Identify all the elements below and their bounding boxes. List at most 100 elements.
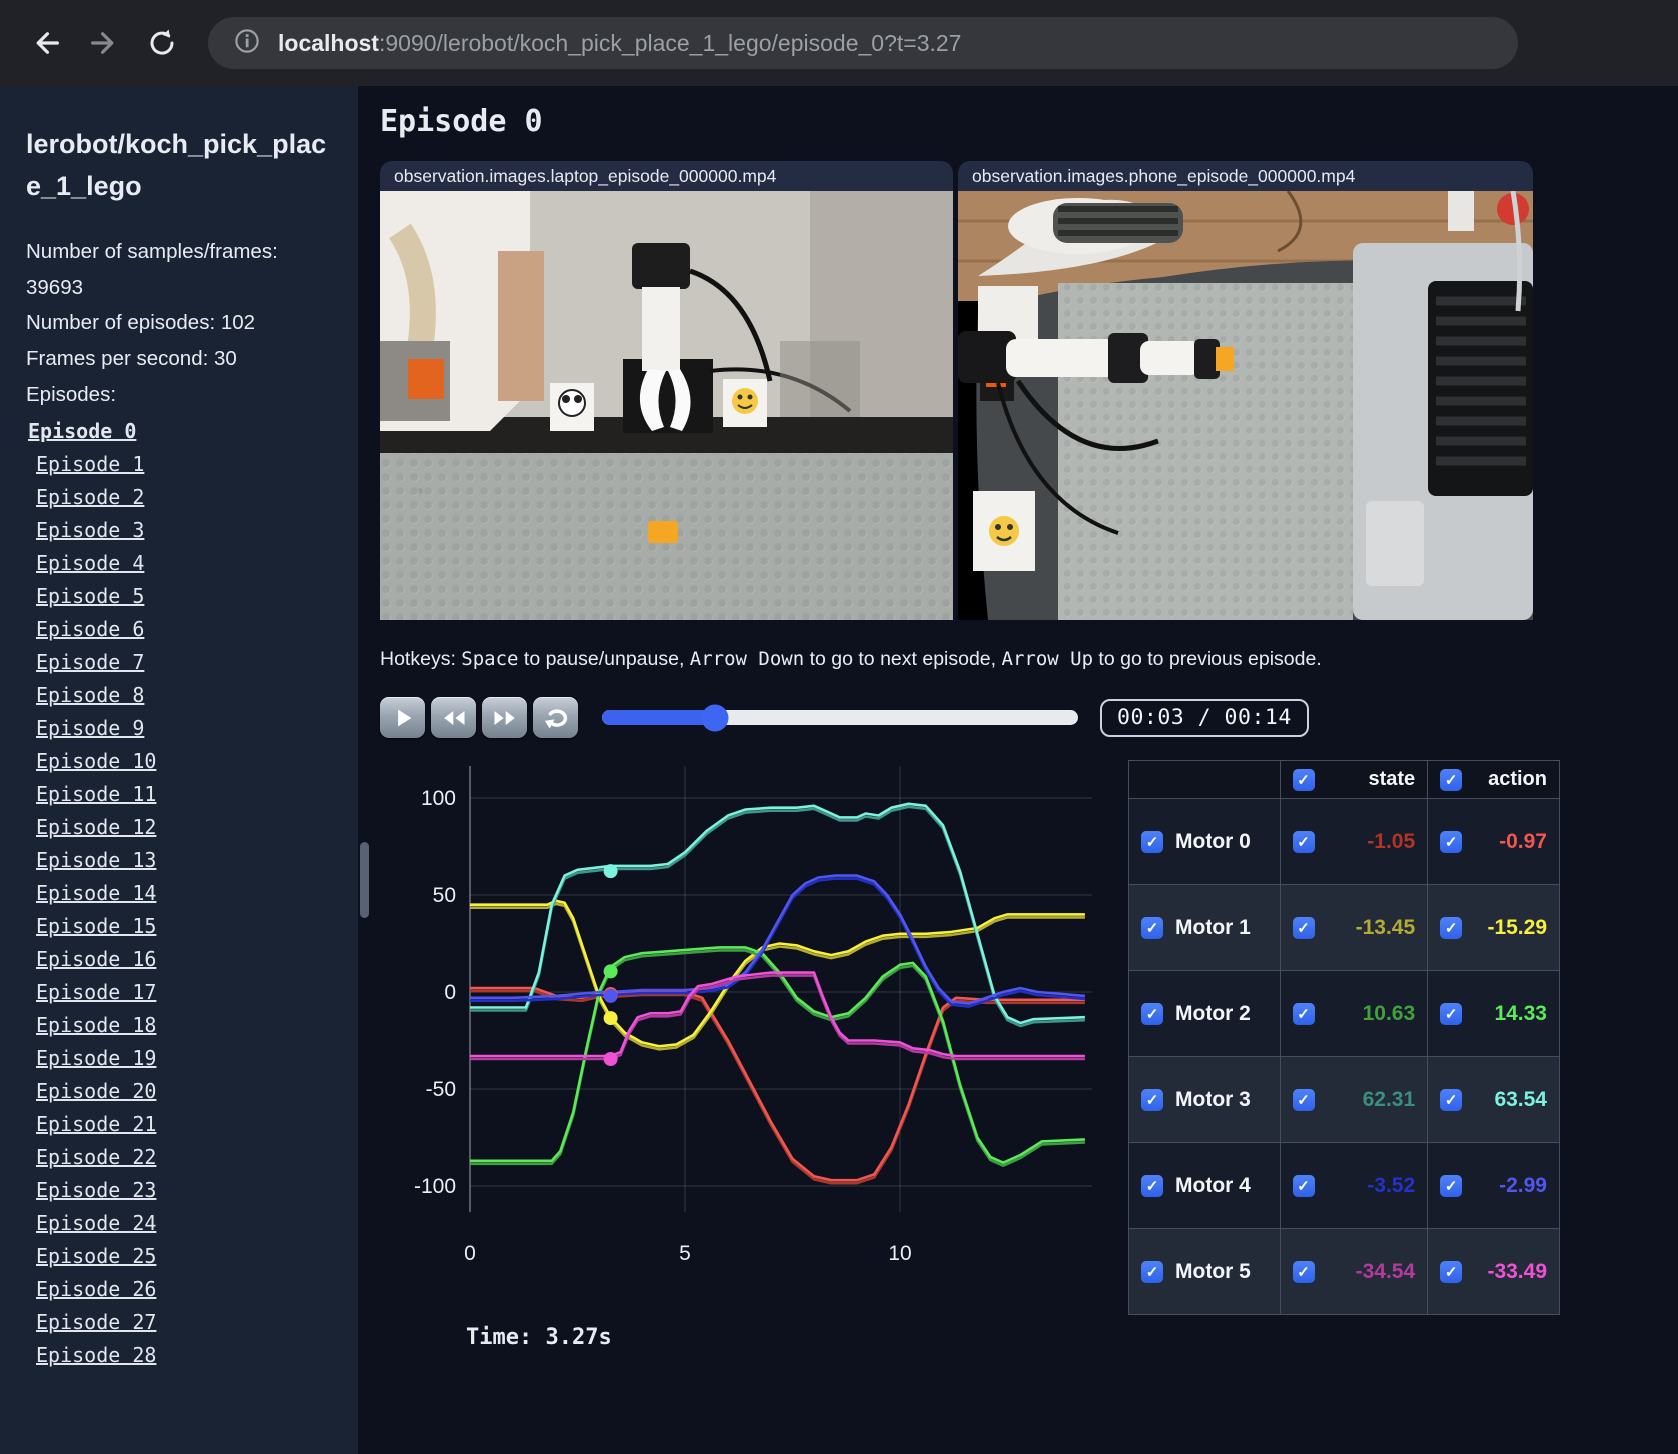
episode-link[interactable]: Episode 5	[26, 580, 338, 613]
hotkey-arrow-down: Arrow Down	[689, 648, 805, 670]
state-column-checkbox[interactable]: ✓	[1292, 768, 1315, 791]
address-bar[interactable]: localhost:9090/lerobot/koch_pick_place_1…	[208, 17, 1518, 69]
motor-state-checkbox[interactable]: ✓	[1292, 1002, 1315, 1025]
motor-row: ✓ Motor 3 ✓ 62.31 ✓ 63.54	[1128, 1056, 1560, 1143]
motor-state-cell: ✓ -34.54	[1279, 1228, 1429, 1315]
episode-link[interactable]: Episode 7	[26, 646, 338, 679]
episode-link[interactable]: Episode 19	[26, 1042, 338, 1075]
motor-action-checkbox[interactable]: ✓	[1440, 1002, 1463, 1025]
episode-link[interactable]: Episode 9	[26, 712, 338, 745]
episode-link[interactable]: Episode 28	[26, 1339, 338, 1372]
hotkey-space: Space	[461, 648, 519, 670]
time-display: 00:03 / 00:14	[1100, 698, 1309, 737]
episode-link[interactable]: Episode 16	[26, 943, 338, 976]
url-text: localhost:9090/lerobot/koch_pick_place_1…	[278, 29, 962, 56]
motor-checkbox[interactable]: ✓	[1141, 916, 1163, 939]
motor-state-checkbox[interactable]: ✓	[1292, 1260, 1315, 1283]
sidebar-divider	[358, 86, 372, 1454]
motor-chart[interactable]: 100 50 0 -50 -100 0 5 10 Time: 3.27s	[380, 760, 1110, 1350]
svg-text:5: 5	[679, 1242, 691, 1265]
episode-link[interactable]: Episode 11	[26, 778, 338, 811]
video-title-phone: observation.images.phone_episode_000000.…	[958, 161, 1533, 191]
episode-list: Episode 0 Episode 1 Episode 2 Episode 3 Epis…	[26, 415, 338, 1372]
motor-table: ✓ state ✓ action ✓ Motor 0 ✓ -1.05 ✓ -0.97 ✓ Moto…	[1128, 760, 1560, 1315]
episode-link[interactable]: Episode 21	[26, 1108, 338, 1141]
motor-row: ✓ Motor 0 ✓ -1.05 ✓ -0.97	[1128, 798, 1560, 885]
episode-link[interactable]: Episode 18	[26, 1009, 338, 1042]
video-panel-phone[interactable]: observation.images.phone_episode_000000.…	[958, 161, 1533, 620]
back-icon[interactable]	[22, 19, 70, 67]
episode-link[interactable]: Episode 1	[26, 448, 338, 481]
reload-icon[interactable]	[138, 19, 186, 67]
episode-link[interactable]: Episode 3	[26, 514, 338, 547]
stat-samples: Number of samples/frames: 39693	[26, 239, 278, 299]
video-phone[interactable]	[958, 191, 1533, 620]
motor-row: ✓ Motor 4 ✓ -3.52 ✓ -2.99	[1128, 1142, 1560, 1229]
motor-checkbox[interactable]: ✓	[1141, 1174, 1163, 1197]
motor-checkbox[interactable]: ✓	[1141, 1088, 1163, 1111]
svg-text:0: 0	[464, 1242, 476, 1265]
svg-text:100: 100	[421, 787, 456, 810]
motor-action-checkbox[interactable]: ✓	[1440, 1088, 1463, 1111]
episode-link[interactable]: Episode 12	[26, 811, 338, 844]
motor-name-cell: ✓ Motor 4	[1128, 1142, 1281, 1229]
fast-forward-button[interactable]	[482, 697, 527, 738]
motor-state-cell: ✓ -3.52	[1279, 1142, 1429, 1229]
hotkeys-help: Hotkeys: Space to pause/unpause, Arrow D…	[380, 648, 1322, 670]
episode-link[interactable]: Episode 13	[26, 844, 338, 877]
motor-action-cell: ✓ 63.54	[1427, 1056, 1560, 1143]
rewind-button[interactable]	[431, 697, 476, 738]
motor-row: ✓ Motor 5 ✓ -34.54 ✓ -33.49	[1128, 1228, 1560, 1315]
episode-link[interactable]: Episode 10	[26, 745, 338, 778]
scrollbar-thumb[interactable]	[360, 842, 369, 918]
motor-action-cell: ✓ -33.49	[1427, 1228, 1560, 1315]
motor-state-checkbox[interactable]: ✓	[1292, 1174, 1315, 1197]
svg-text:0: 0	[444, 981, 456, 1004]
episode-link[interactable]: Episode 22	[26, 1141, 338, 1174]
forward-icon[interactable]	[80, 19, 128, 67]
motor-checkbox[interactable]: ✓	[1141, 1260, 1163, 1283]
page-title: Episode 0	[380, 104, 543, 139]
hotkey-arrow-up: Arrow Up	[1001, 648, 1094, 670]
seek-slider-thumb[interactable]	[701, 704, 729, 731]
play-button[interactable]	[380, 697, 425, 738]
episode-link[interactable]: Episode 6	[26, 613, 338, 646]
stat-fps: Frames per second: 30	[26, 347, 237, 371]
stat-episodes: Number of episodes: 102	[26, 311, 256, 335]
episode-link[interactable]: Episode 14	[26, 877, 338, 910]
motor-name-cell: ✓ Motor 0	[1128, 798, 1281, 885]
dataset-title: lerobot/koch_pick_place_1_lego	[26, 129, 327, 201]
episode-link[interactable]: Episode 27	[26, 1306, 338, 1339]
episode-link[interactable]: Episode 4	[26, 547, 338, 580]
episode-link[interactable]: Episode 0	[26, 415, 338, 448]
seek-slider[interactable]	[602, 704, 1078, 731]
motor-checkbox[interactable]: ✓	[1141, 830, 1163, 853]
episode-link[interactable]: Episode 8	[26, 679, 338, 712]
motor-action-checkbox[interactable]: ✓	[1440, 830, 1463, 853]
motor-name-cell: ✓ Motor 5	[1128, 1228, 1281, 1315]
video-laptop[interactable]	[380, 191, 953, 620]
episode-link[interactable]: Episode 26	[26, 1273, 338, 1306]
episode-link[interactable]: Episode 20	[26, 1075, 338, 1108]
video-panel-laptop[interactable]: observation.images.laptop_episode_000000…	[380, 161, 953, 620]
motor-state-checkbox[interactable]: ✓	[1292, 830, 1315, 853]
motor-action-cell: ✓ 14.33	[1427, 970, 1560, 1057]
motor-action-checkbox[interactable]: ✓	[1440, 916, 1463, 939]
motor-state-checkbox[interactable]: ✓	[1292, 1088, 1315, 1111]
episode-link[interactable]: Episode 25	[26, 1240, 338, 1273]
episode-link[interactable]: Episode 23	[26, 1174, 338, 1207]
motor-checkbox[interactable]: ✓	[1141, 1002, 1163, 1025]
episode-link[interactable]: Episode 2	[26, 481, 338, 514]
motor-chart-canvas[interactable]: 100 50 0 -50 -100 0 5 10	[380, 760, 1110, 1308]
episode-link[interactable]: Episode 15	[26, 910, 338, 943]
svg-text:-50: -50	[426, 1078, 456, 1101]
motor-action-checkbox[interactable]: ✓	[1440, 1174, 1463, 1197]
episode-link[interactable]: Episode 24	[26, 1207, 338, 1240]
site-info-icon[interactable]	[232, 26, 262, 61]
motor-state-checkbox[interactable]: ✓	[1292, 916, 1315, 939]
loop-button[interactable]	[533, 697, 578, 738]
action-column-checkbox[interactable]: ✓	[1440, 768, 1463, 791]
motor-action-checkbox[interactable]: ✓	[1440, 1260, 1463, 1283]
episode-link[interactable]: Episode 17	[26, 976, 338, 1009]
action-header: action	[1488, 768, 1547, 790]
